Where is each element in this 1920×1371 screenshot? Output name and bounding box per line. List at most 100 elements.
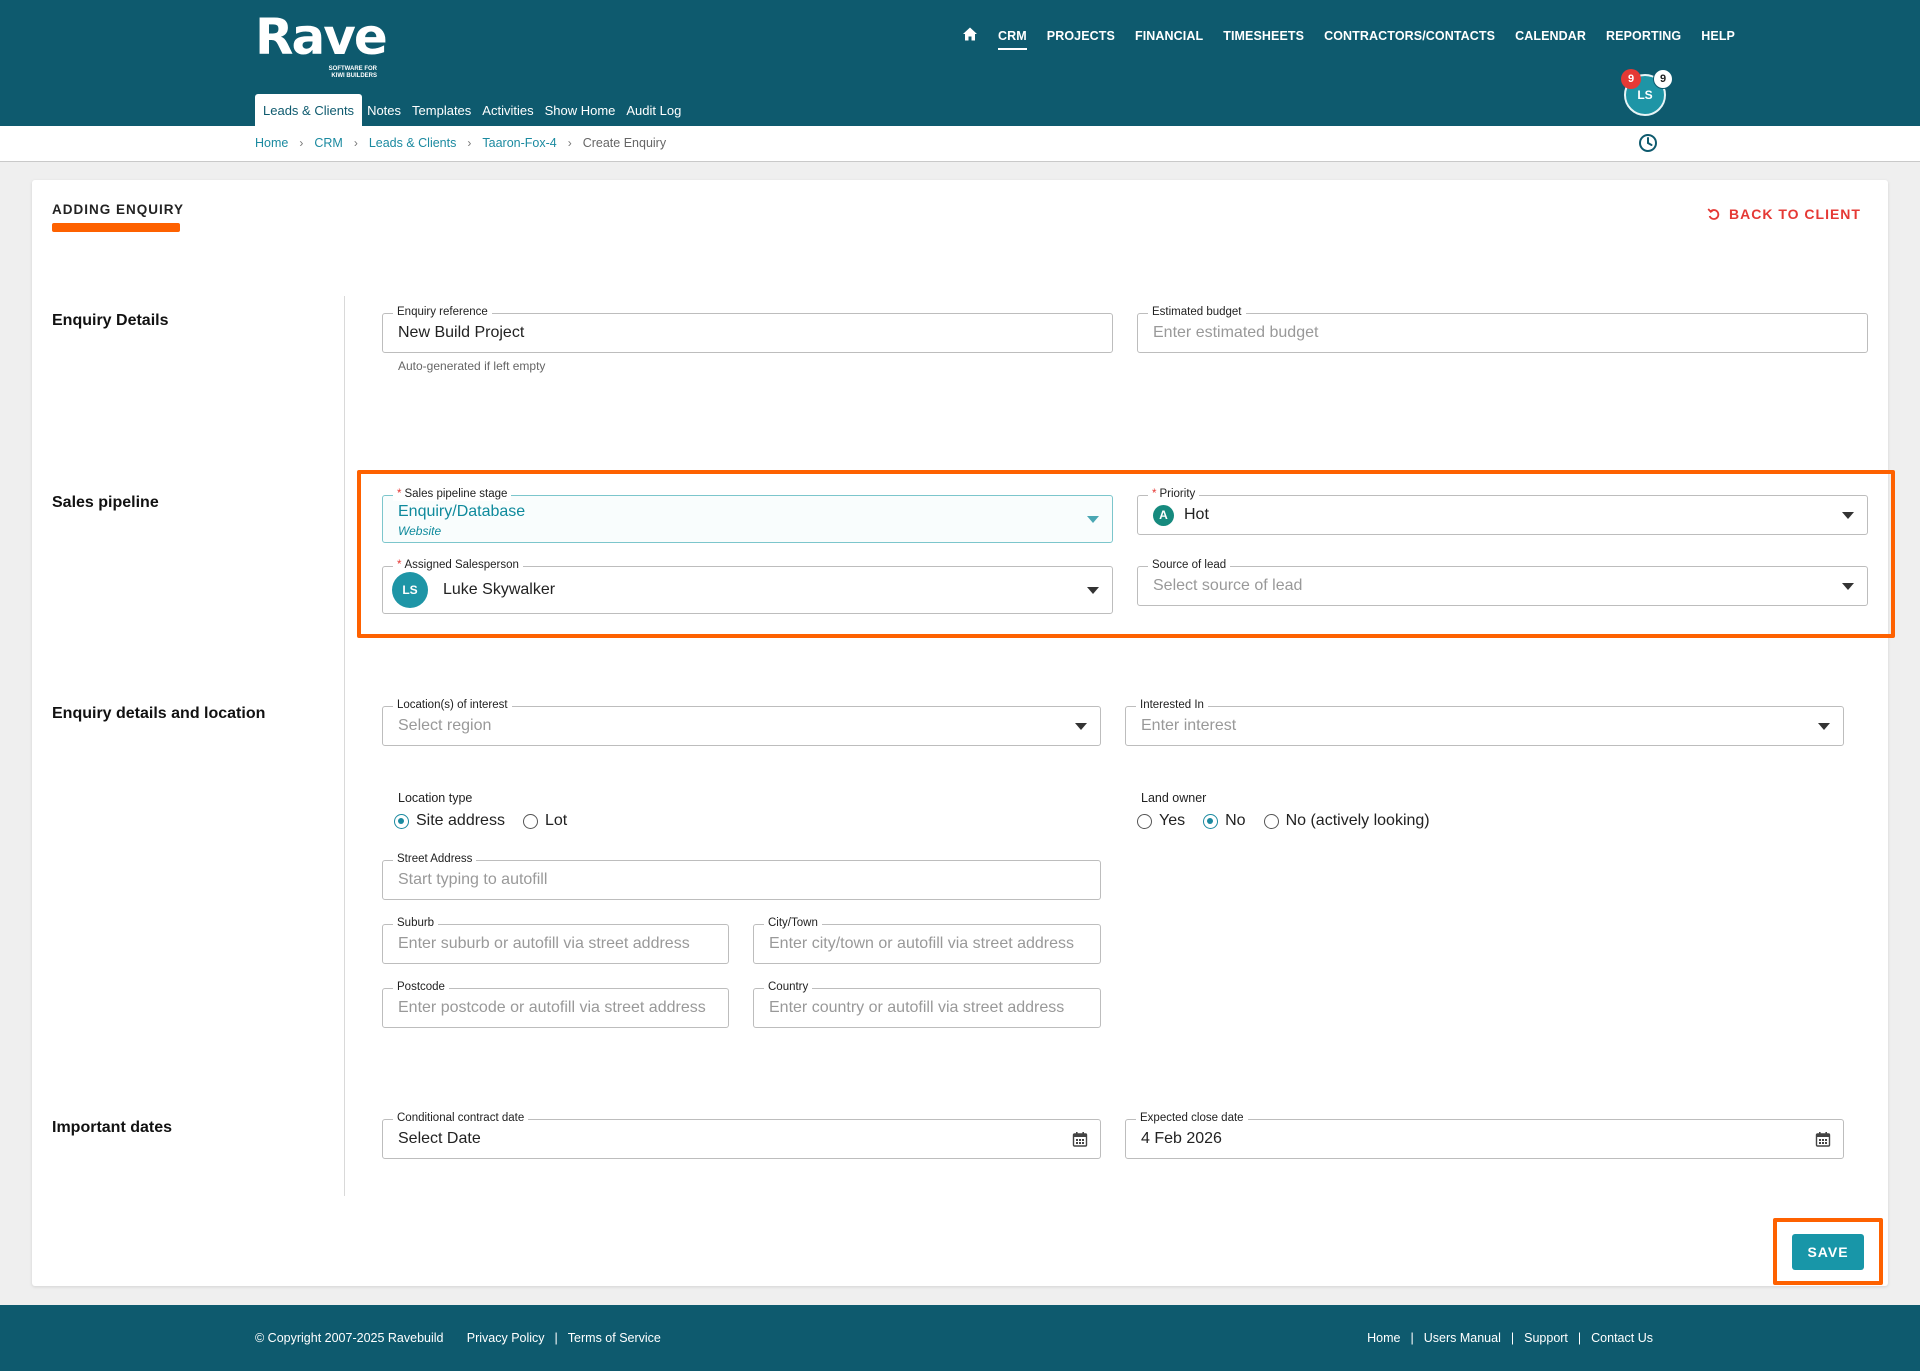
nav-contractors-contacts[interactable]: CONTRACTORS/CONTACTS bbox=[1324, 29, 1495, 47]
nav-crm[interactable]: CRM bbox=[998, 29, 1027, 50]
breadcrumb-home[interactable]: Home bbox=[255, 136, 288, 150]
nav-financial[interactable]: FINANCIAL bbox=[1135, 29, 1203, 47]
conditional-date-value: Select Date bbox=[398, 1130, 481, 1147]
notification-badge: 9 bbox=[1621, 69, 1641, 89]
salesperson-value: LS Luke Skywalker bbox=[392, 567, 555, 613]
chevron-down-icon bbox=[1818, 723, 1830, 730]
footer-left: © Copyright 2007-2025 Ravebuild | Privac… bbox=[255, 1331, 661, 1345]
breadcrumb: Home › CRM › Leads & Clients › Taaron-Fo… bbox=[255, 136, 666, 150]
avatar: LS bbox=[392, 572, 428, 608]
interested-in-placeholder: Enter interest bbox=[1141, 717, 1237, 734]
nav-reporting[interactable]: REPORTING bbox=[1606, 29, 1681, 47]
chevron-down-icon bbox=[1087, 587, 1099, 594]
assigned-salesperson-select[interactable]: * Assigned Salesperson LS Luke Skywalker bbox=[382, 558, 1113, 614]
footer-separator: | bbox=[1577, 1331, 1582, 1345]
terms-of-service-link[interactable]: Terms of Service bbox=[568, 1331, 661, 1345]
radio-lot[interactable]: Lot bbox=[522, 812, 567, 830]
expected-close-date-picker[interactable]: Expected close date 4 Feb 2026 bbox=[1125, 1111, 1844, 1159]
enquiry-reference-helper: Auto-generated if left empty bbox=[398, 359, 546, 373]
postcode-placeholder: Enter postcode or autofill via street ad… bbox=[398, 999, 706, 1016]
radio-no-actively-looking[interactable]: No (actively looking) bbox=[1263, 812, 1430, 830]
section-important-dates: Important dates bbox=[52, 1119, 173, 1136]
priority-value: A Hot bbox=[1153, 496, 1209, 534]
subnav-show-home[interactable]: Show Home bbox=[540, 94, 622, 127]
logo-wordmark: Rave bbox=[255, 8, 388, 66]
section-details-location: Enquiry details and location bbox=[52, 705, 266, 722]
field-label: * Sales pipeline stage bbox=[393, 487, 512, 501]
locations-placeholder: Select region bbox=[398, 717, 492, 734]
postcode-field[interactable]: Postcode Enter postcode or autofill via … bbox=[382, 980, 729, 1028]
nav-calendar[interactable]: CALENDAR bbox=[1515, 29, 1586, 47]
privacy-policy-link[interactable]: Privacy Policy bbox=[467, 1331, 545, 1345]
footer-home-link[interactable]: Home bbox=[1367, 1331, 1400, 1345]
undo-icon bbox=[1707, 208, 1720, 220]
users-manual-link[interactable]: Users Manual bbox=[1424, 1331, 1501, 1345]
breadcrumb-client[interactable]: Taaron-Fox-4 bbox=[482, 136, 556, 150]
footer-separator: | bbox=[1410, 1331, 1414, 1345]
radio-yes[interactable]: Yes bbox=[1137, 812, 1185, 830]
subnav-leads-clients[interactable]: Leads & Clients bbox=[255, 94, 363, 127]
location-type-label: Location type bbox=[398, 791, 473, 805]
suburb-field[interactable]: Suburb Enter suburb or autofill via stre… bbox=[382, 916, 729, 964]
calendar-icon bbox=[1815, 1132, 1831, 1147]
suburb-placeholder: Enter suburb or autofill via street addr… bbox=[398, 935, 690, 952]
locations-of-interest-select[interactable]: Location(s) of interest Select region bbox=[382, 698, 1101, 746]
radio-no[interactable]: No bbox=[1203, 812, 1246, 830]
chevron-right-icon: › bbox=[299, 136, 304, 150]
radio-indicator bbox=[522, 813, 538, 829]
save-button[interactable]: SAVE bbox=[1792, 1234, 1864, 1270]
rave-logo[interactable]: Rave SOFTWARE FOR KIWI BUILDERS bbox=[255, 8, 388, 79]
home-nav-button[interactable] bbox=[962, 26, 978, 49]
sales-pipeline-stage-select[interactable]: * Sales pipeline stage Enquiry/Database W… bbox=[382, 487, 1113, 543]
chevron-down-icon bbox=[1075, 723, 1087, 730]
section-enquiry-details: Enquiry Details bbox=[52, 312, 169, 329]
nav-timesheets[interactable]: TIMESHEETS bbox=[1223, 29, 1304, 47]
footer-separator: | bbox=[554, 1331, 558, 1345]
contact-us-link[interactable]: Contact Us bbox=[1591, 1331, 1653, 1345]
nav-projects[interactable]: PROJECTS bbox=[1047, 29, 1115, 47]
street-address-field[interactable]: Street Address Start typing to autofill bbox=[382, 852, 1101, 900]
home-icon bbox=[963, 27, 977, 41]
section-divider bbox=[344, 296, 345, 1196]
source-of-lead-select[interactable]: Source of lead Select source of lead bbox=[1137, 558, 1868, 606]
conditional-contract-date-picker[interactable]: Conditional contract date Select Date bbox=[382, 1111, 1101, 1159]
user-avatar-menu[interactable]: LS 9 9 bbox=[1621, 69, 1673, 116]
sub-nav: Leads & Clients Notes Templates Activiti… bbox=[255, 94, 687, 127]
back-to-client-button[interactable]: BACK TO CLIENT bbox=[1707, 206, 1861, 222]
breadcrumb-bar: Home › CRM › Leads & Clients › Taaron-Fo… bbox=[0, 126, 1920, 162]
radio-site-address[interactable]: Site address bbox=[394, 812, 505, 830]
history-clock-icon[interactable] bbox=[1638, 133, 1658, 153]
estimated-budget-field[interactable]: Estimated budget Enter estimated budget bbox=[1137, 305, 1868, 353]
subnav-templates[interactable]: Templates bbox=[407, 94, 477, 127]
nav-help[interactable]: HELP bbox=[1701, 29, 1735, 47]
city-town-field[interactable]: City/Town Enter city/town or autofill vi… bbox=[753, 916, 1101, 964]
priority-select[interactable]: * Priority A Hot bbox=[1137, 487, 1868, 535]
footer-separator: | bbox=[1510, 1331, 1515, 1345]
country-placeholder: Enter country or autofill via street add… bbox=[769, 999, 1065, 1016]
radio-indicator bbox=[1263, 813, 1279, 829]
subnav-notes[interactable]: Notes bbox=[362, 94, 407, 127]
subnav-activities[interactable]: Activities bbox=[477, 94, 539, 127]
breadcrumb-crm[interactable]: CRM bbox=[314, 136, 342, 150]
source-of-lead-placeholder: Select source of lead bbox=[1153, 577, 1303, 594]
message-badge: 9 bbox=[1653, 69, 1673, 89]
breadcrumb-leads-clients[interactable]: Leads & Clients bbox=[369, 136, 457, 150]
support-link[interactable]: Support bbox=[1524, 1331, 1568, 1345]
subnav-audit-log[interactable]: Audit Log bbox=[621, 94, 687, 127]
enquiry-reference-value: New Build Project bbox=[398, 324, 525, 341]
interested-in-select[interactable]: Interested In Enter interest bbox=[1125, 698, 1844, 746]
enquiry-reference-field[interactable]: Enquiry reference New Build Project bbox=[382, 305, 1113, 353]
chevron-right-icon: › bbox=[467, 136, 472, 150]
chevron-down-icon bbox=[1842, 583, 1854, 590]
top-header: Rave SOFTWARE FOR KIWI BUILDERS CRM PROJ… bbox=[0, 0, 1920, 127]
back-to-client-label: BACK TO CLIENT bbox=[1729, 206, 1861, 222]
land-owner-label: Land owner bbox=[1141, 791, 1207, 805]
stage-subvalue: Website bbox=[398, 524, 442, 538]
chevron-down-icon bbox=[1842, 512, 1854, 519]
radio-indicator bbox=[1203, 813, 1219, 829]
footer: © Copyright 2007-2025 Ravebuild | Privac… bbox=[0, 1305, 1920, 1371]
location-type-group: Site address Lot bbox=[394, 812, 585, 830]
country-field[interactable]: Country Enter country or autofill via st… bbox=[753, 980, 1101, 1028]
land-owner-group: Yes No No (actively looking) bbox=[1137, 812, 1448, 830]
section-sales-pipeline: Sales pipeline bbox=[52, 494, 159, 511]
